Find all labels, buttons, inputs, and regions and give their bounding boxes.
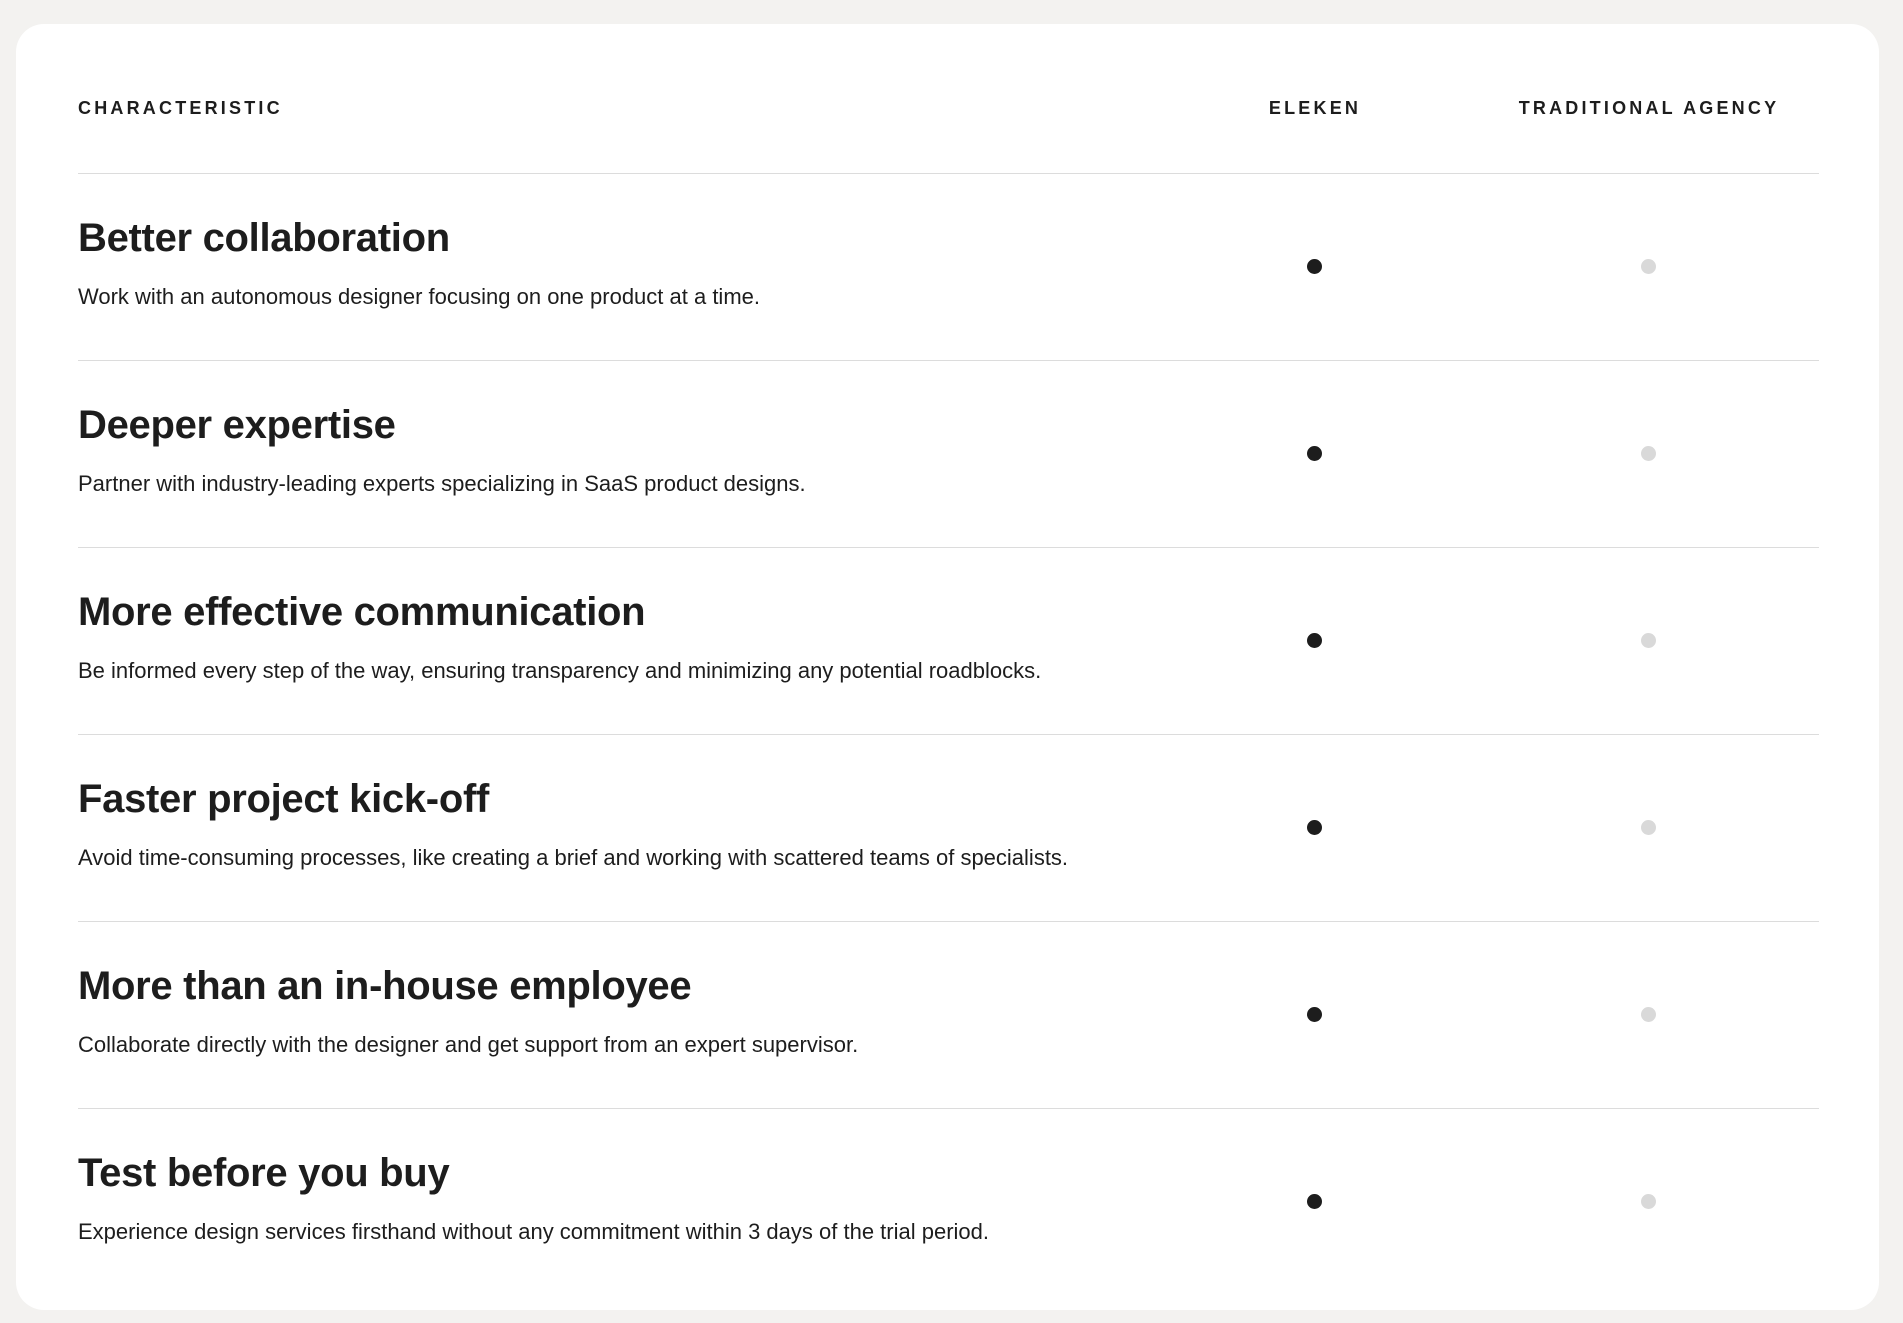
row-title: Better collaboration [78,216,450,260]
table-row: Deeper expertise Partner with industry-l… [78,361,1819,548]
empty-dot-icon [1641,259,1656,274]
row-description: Be informed every step of the way, ensur… [78,658,1042,683]
row-description: Experience design services firsthand wit… [78,1219,989,1244]
table-header: CHARACTERISTIC ELEKEN TRADITIONAL AGENCY [78,24,1819,174]
comparison-table: CHARACTERISTIC ELEKEN TRADITIONAL AGENCY… [78,24,1819,1295]
table-row: Faster project kick-off Avoid time-consu… [78,735,1819,922]
row-title: Deeper expertise [78,403,396,447]
header-traditional-agency: TRADITIONAL AGENCY [1518,98,1780,118]
filled-dot-icon [1307,259,1322,274]
empty-dot-icon [1641,446,1656,461]
empty-dot-icon [1641,820,1656,835]
filled-dot-icon [1307,1007,1322,1022]
header-eleken: ELEKEN [1268,98,1362,118]
empty-dot-icon [1641,1194,1656,1209]
comparison-card: CHARACTERISTIC ELEKEN TRADITIONAL AGENCY… [16,24,1879,1310]
row-title: Test before you buy [78,1151,450,1195]
row-title: Faster project kick-off [78,777,489,821]
filled-dot-icon [1307,1194,1322,1209]
filled-dot-icon [1307,446,1322,461]
empty-dot-icon [1641,633,1656,648]
row-description: Collaborate directly with the designer a… [78,1032,859,1057]
table-row: More than an in-house employee Collabora… [78,922,1819,1109]
header-characteristic: CHARACTERISTIC [78,98,283,118]
filled-dot-icon [1307,820,1322,835]
row-description: Work with an autonomous designer focusin… [78,284,760,309]
row-title: More effective communication [78,590,646,634]
empty-dot-icon [1641,1007,1656,1022]
filled-dot-icon [1307,633,1322,648]
table-row: More effective communication Be informed… [78,548,1819,735]
table-row: Better collaboration Work with an autono… [78,174,1819,361]
row-title: More than an in-house employee [78,964,692,1008]
row-description: Avoid time-consuming processes, like cre… [78,845,1069,870]
table-row: Test before you buy Experience design se… [78,1109,1819,1295]
row-description: Partner with industry-leading experts sp… [78,471,806,496]
